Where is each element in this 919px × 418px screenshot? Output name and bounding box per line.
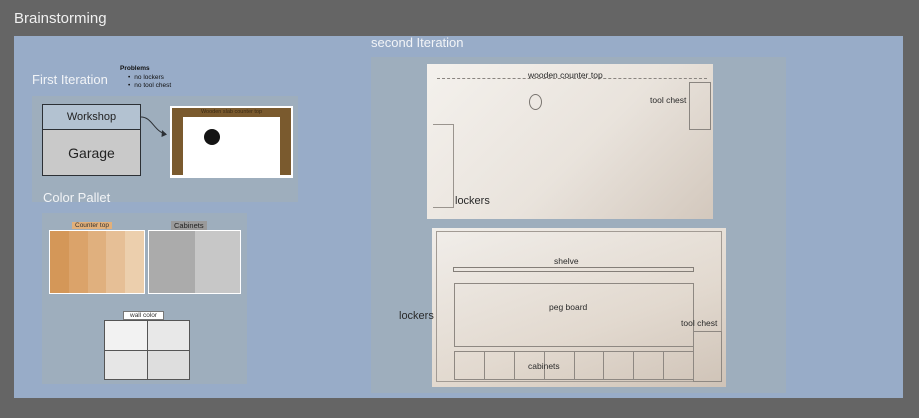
problems-heading: Problems: [120, 65, 150, 72]
problem-item: no tool chest: [120, 82, 171, 91]
cabinet-door-outline: [603, 351, 635, 380]
wall-swatch: [105, 321, 147, 350]
cabinet-door-outline: [483, 351, 515, 380]
counter-top-swatch: [50, 231, 69, 293]
sketch-photo-1[interactable]: wooden counter top tool chest lockers: [427, 64, 713, 219]
counter-label: Wooden slab counter top: [200, 109, 263, 115]
problem-item: no lockers: [120, 74, 171, 83]
wall-swatch: [147, 350, 189, 379]
counter-top-swatches[interactable]: [49, 230, 145, 294]
lockers-outline: [433, 124, 454, 208]
cabinet-door-outline: [633, 351, 665, 380]
connector-arrow: [139, 116, 167, 137]
workshop-label: Workshop: [66, 111, 117, 123]
cabinet-swatch: [194, 231, 240, 293]
counter-top-swatch: [106, 231, 126, 293]
tool-chest-outline: [693, 331, 722, 382]
sketch-photo-2[interactable]: shelve peg board tool chest cabinets: [432, 228, 726, 387]
shelve-outline: [453, 267, 694, 272]
cabinet-swatch: [149, 231, 195, 293]
garage-label: Garage: [68, 144, 115, 161]
sketch2-shelve-label: shelve: [554, 256, 579, 266]
counter-top-swatch: [68, 231, 88, 293]
workshop-box[interactable]: Workshop: [42, 104, 141, 130]
cabinet-door-outline: [454, 351, 485, 380]
cabinet-door-outline: [573, 351, 605, 380]
counter-drawing[interactable]: Wooden slab counter top: [170, 106, 293, 178]
counter-top-swatch: [125, 231, 144, 293]
second-iteration-title: second Iteration: [371, 35, 464, 50]
sketch2-peg-board-label: peg board: [549, 302, 588, 312]
sketch1-lockers-label: lockers: [455, 195, 490, 207]
sketch1-tool-chest-label: tool chest: [650, 95, 687, 105]
cabinets-label: Cabinets: [171, 221, 207, 230]
sink-sketch-icon: [529, 94, 542, 110]
wall-color-label: wall color: [123, 311, 165, 320]
color-pallet-title: Color Pallet: [43, 190, 111, 205]
sketch1-counter-label: wooden counter top: [528, 70, 603, 80]
garage-box[interactable]: Garage: [42, 129, 141, 176]
counter-top-label: Counter top: [72, 222, 112, 229]
cabinets-outline: [454, 351, 694, 380]
counter-top-swatch: [87, 231, 107, 293]
first-iteration-title: First Iteration: [32, 72, 108, 87]
board-title: Brainstorming: [14, 10, 107, 27]
peg-board-outline: [454, 283, 694, 347]
wall-swatch: [105, 350, 147, 379]
sketch2-cabinets-label: cabinets: [528, 361, 560, 371]
sink-icon: [204, 129, 220, 145]
cabinet-door-outline: [663, 351, 694, 380]
tool-chest-outline: [689, 82, 711, 130]
problems-note[interactable]: Problems no lockers no tool chest: [120, 65, 171, 91]
wall-swatch: [147, 321, 189, 350]
sketch2-tool-chest-label: tool chest: [681, 318, 718, 328]
sketch2-lockers-label: lockers: [399, 310, 434, 322]
wall-swatches[interactable]: [104, 320, 190, 380]
cabinet-swatches[interactable]: [148, 230, 241, 294]
